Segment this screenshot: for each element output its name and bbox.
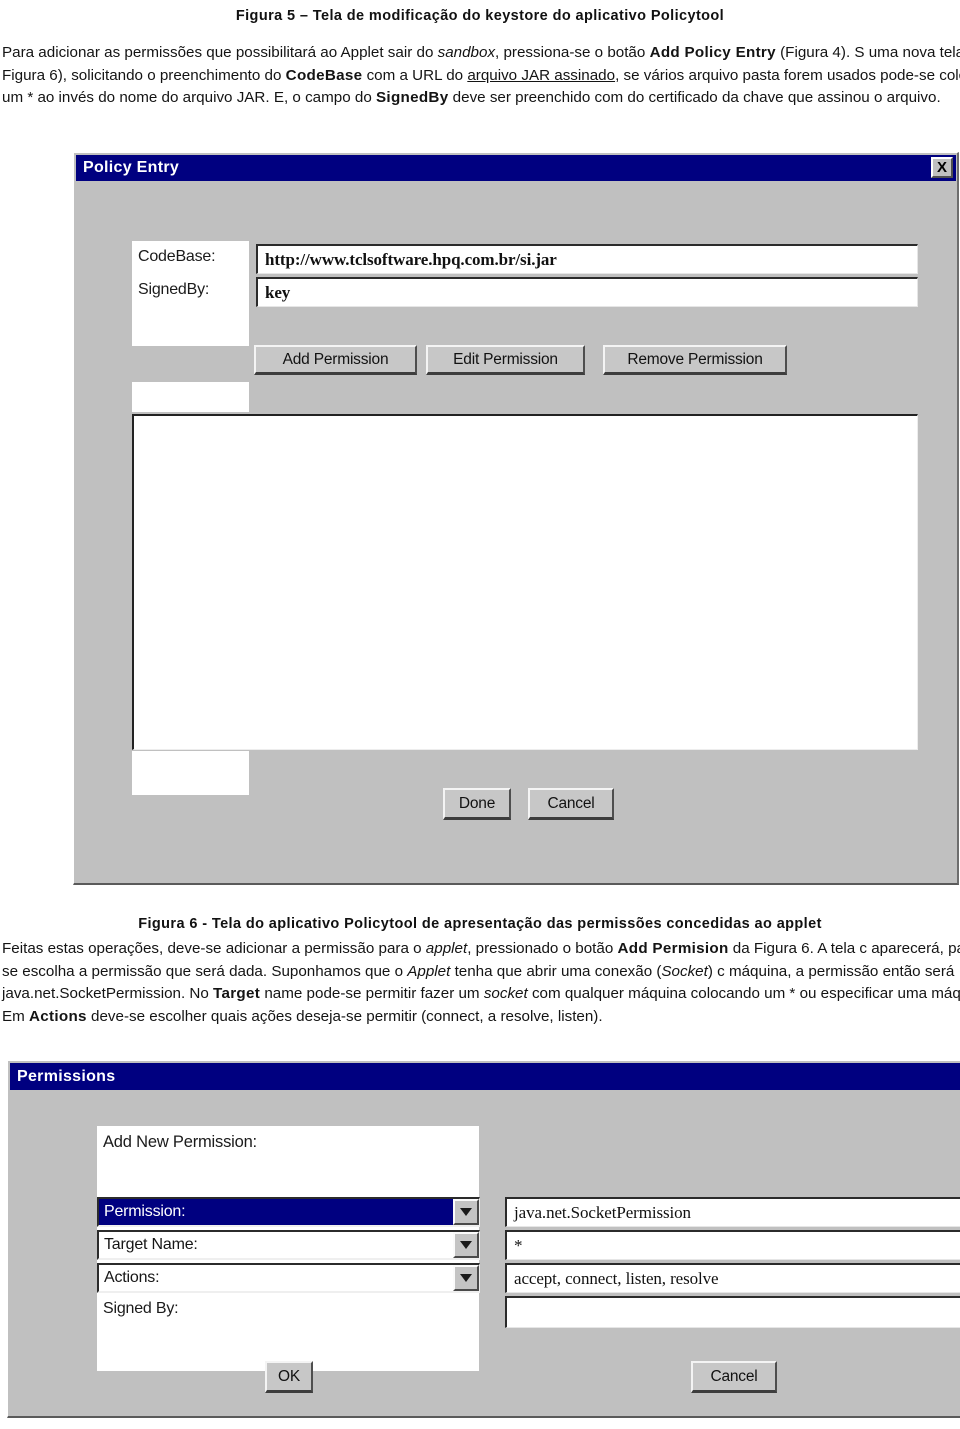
para-bold-signedby: SignedBy (376, 89, 449, 107)
policy-entry-cancel-button[interactable]: Cancel (528, 788, 614, 820)
para-text: , pressiona-se o botão (495, 44, 650, 61)
para-text: deve ser preenchido com do certificado d… (448, 89, 941, 107)
target-name-combo[interactable]: Target Name: (97, 1230, 480, 1260)
paragraph-top: Para adicionar as permissões que possibi… (2, 42, 960, 110)
target-name-value: * (514, 1235, 523, 1255)
chevron-down-icon[interactable] (453, 1232, 479, 1258)
permission-value: java.net.SocketPermission (514, 1202, 691, 1222)
close-icon[interactable]: X (931, 157, 953, 178)
para-bold-add-policy-entry: Add Policy Entry (649, 44, 776, 61)
figure-5-caption: Figura 5 – Tela de modificação do keysto… (235, 8, 725, 24)
para-text: com a URL do (362, 66, 468, 84)
list-bottom-spacer-panel (132, 751, 249, 795)
actions-combo[interactable]: Actions: (97, 1263, 480, 1293)
add-new-permission-heading: Add New Permission: (103, 1133, 257, 1151)
permissions-cancel-button[interactable]: Cancel (691, 1361, 777, 1393)
actions-value-input[interactable]: accept, connect, listen, resolve (505, 1263, 960, 1293)
para-bold-target: Target (213, 985, 261, 1003)
permission-value-input[interactable]: java.net.SocketPermission (505, 1197, 960, 1227)
para-text: tenha que abrir uma conexão ( (450, 962, 662, 980)
codebase-label: CodeBase: (138, 248, 216, 265)
ok-button[interactable]: OK (265, 1361, 313, 1393)
para-bold-actions: Actions (29, 1007, 87, 1025)
paragraph-middle: Feitas estas operações, deve-se adiciona… (2, 938, 960, 1028)
para-underline-arquivo-jar: arquivo JAR assinado (467, 66, 616, 84)
actions-combo-label: Actions: (104, 1269, 160, 1286)
para-italic-sandbox: sandbox (437, 44, 496, 61)
permissions-titlebar[interactable]: Permissions (10, 1063, 960, 1090)
figure-6-caption: Figura 6 - Tela do aplicativo Policytool… (138, 916, 822, 932)
permissions-window: Permissions Add New Permission: Permissi… (7, 1060, 960, 1418)
target-name-combo-label: Target Name: (104, 1236, 198, 1253)
policy-entry-window: Policy Entry X CodeBase: SignedBy: http:… (73, 152, 959, 885)
add-permission-button[interactable]: Add Permission (254, 345, 417, 375)
codebase-input[interactable]: http://www.tclsoftware.hpq.com.br/si.jar (256, 244, 918, 274)
signed-by-value-input[interactable] (505, 1296, 960, 1328)
chevron-down-icon[interactable] (453, 1199, 479, 1225)
para-italic-applet: applet (425, 940, 468, 957)
actions-value: accept, connect, listen, resolve (514, 1268, 719, 1288)
remove-permission-button[interactable]: Remove Permission (603, 345, 787, 375)
target-name-value-input[interactable]: * (505, 1230, 960, 1260)
policy-entry-title: Policy Entry (83, 159, 180, 176)
para-text: Para adicionar as permissões que possibi… (2, 44, 438, 61)
para-text: Feitas estas operações, deve-se adiciona… (2, 940, 426, 957)
done-button[interactable]: Done (443, 788, 511, 820)
signedby-label: SignedBy: (138, 281, 210, 298)
codebase-value: http://www.tclsoftware.hpq.com.br/si.jar (265, 249, 557, 269)
edit-permission-button[interactable]: Edit Permission (426, 345, 585, 375)
para-text: , pressionado o botão (467, 940, 618, 957)
para-bold-codebase: CodeBase (285, 66, 363, 84)
chevron-down-icon[interactable] (453, 1265, 479, 1291)
para-text: deve-se escolher quais ações deseja-se p… (86, 1007, 603, 1025)
permission-list[interactable] (132, 414, 918, 750)
signed-by-label: Signed By: (103, 1300, 179, 1317)
permission-combo-label: Permission: (104, 1203, 186, 1220)
para-italic-socket-2: socket (483, 985, 528, 1003)
permission-combo[interactable]: Permission: (97, 1197, 480, 1227)
para-italic-socket: Socket (661, 962, 708, 980)
policy-entry-titlebar[interactable]: Policy Entry (76, 155, 956, 181)
para-text: name pode-se permitir fazer um (260, 985, 484, 1003)
para-bold-add-permision: Add Permision (617, 940, 729, 957)
permissions-title: Permissions (17, 1067, 116, 1085)
signedby-input[interactable]: key (256, 277, 918, 307)
list-top-spacer-panel (132, 382, 249, 412)
signedby-value: key (265, 282, 291, 302)
para-italic-applet-2: Applet (407, 962, 451, 980)
